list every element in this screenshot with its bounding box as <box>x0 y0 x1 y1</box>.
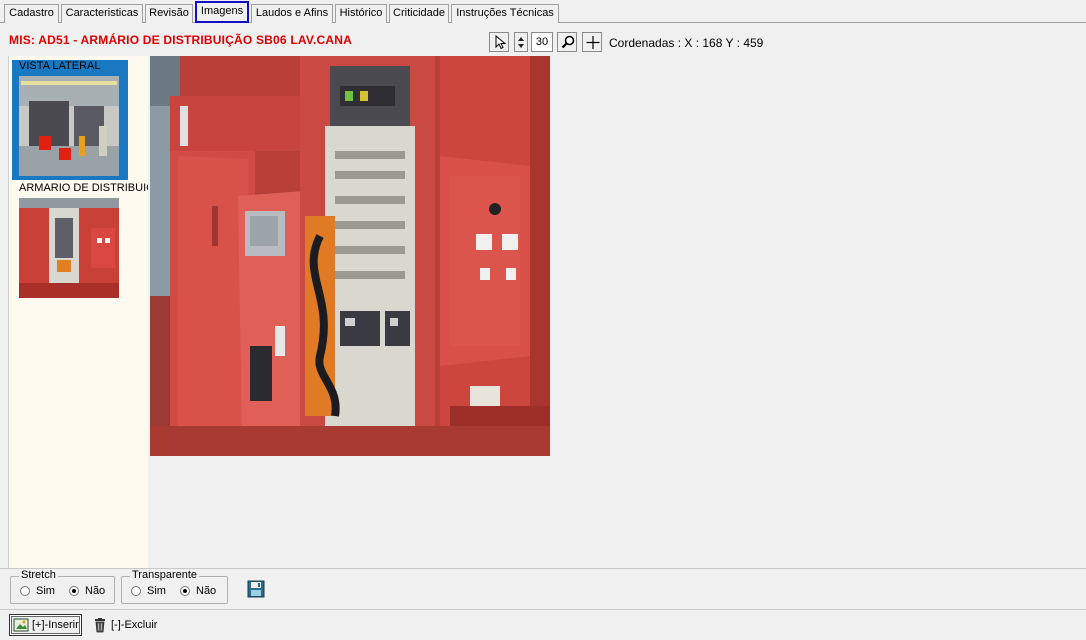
image-toolbar: MIS: AD51 - ARMÁRIO DE DISTRIBUIÇÃO SB06… <box>0 28 1086 56</box>
image-list-item-label: ARMARIO DE DISTRIBUICAO <box>19 182 148 194</box>
pointer-icon <box>495 35 507 50</box>
transparent-nao-radio[interactable] <box>180 586 190 596</box>
transparent-sim-radio[interactable] <box>131 586 141 596</box>
zoom-input[interactable]: 30 <box>531 32 553 52</box>
zoom-spinner[interactable] <box>514 32 528 52</box>
image-list-item[interactable]: ARMARIO DE DISTRIBUICAO <box>12 182 148 302</box>
zoom-tool-button[interactable] <box>557 32 577 52</box>
trash-icon <box>92 617 108 640</box>
equipment-title: MIS: AD51 - ARMÁRIO DE DISTRIBUIÇÃO SB06… <box>9 33 352 47</box>
transparent-sim-label[interactable]: Sim <box>147 585 166 597</box>
stretch-sim-radio[interactable] <box>20 586 30 596</box>
tab-historico[interactable]: Histórico <box>335 4 387 23</box>
delete-image-button[interactable]: [-]-Excluir <box>88 614 162 636</box>
tab-caracteristicas[interactable]: Caracteristicas <box>61 4 143 23</box>
spin-down-icon[interactable] <box>518 44 524 48</box>
insert-image-icon <box>13 617 29 640</box>
crosshair-icon <box>586 36 600 49</box>
coordinates-readout: Cordenadas : X : 168 Y : 459 <box>609 36 764 50</box>
tab-imagens[interactable]: Imagens <box>195 1 249 23</box>
magnifier-icon <box>561 35 575 49</box>
save-button[interactable] <box>247 580 265 598</box>
insert-image-button[interactable]: [+]-Inserir <box>9 614 82 636</box>
insert-image-label: [+]-Inserir <box>32 619 79 631</box>
thumbnail-armario <box>19 198 119 298</box>
stretch-nao-radio[interactable] <box>69 586 79 596</box>
transparent-legend: Transparente <box>130 569 200 581</box>
crosshair-tool-button[interactable] <box>582 32 602 52</box>
image-list[interactable]: VISTA LATERAL ARMARIO DE DISTRIBUICAO <box>8 56 148 568</box>
delete-image-label: [-]-Excluir <box>111 619 158 631</box>
stretch-group: Stretch Sim Não <box>10 569 115 604</box>
thumbnail-vista-lateral <box>19 76 119 176</box>
image-list-item-label: VISTA LATERAL <box>19 60 101 72</box>
tab-cadastro[interactable]: Cadastro <box>4 4 59 23</box>
stretch-sim-label[interactable]: Sim <box>36 585 55 597</box>
stretch-legend: Stretch <box>19 569 58 581</box>
tab-revisao[interactable]: Revisão <box>145 4 193 23</box>
transparent-group: Transparente Sim Não <box>121 569 228 604</box>
tab-laudos-e-afins[interactable]: Laudos e Afins <box>251 4 333 23</box>
spin-up-icon[interactable] <box>518 37 524 41</box>
stretch-nao-label[interactable]: Não <box>85 585 105 597</box>
transparent-nao-label[interactable]: Não <box>196 585 216 597</box>
image-list-item[interactable]: VISTA LATERAL <box>12 60 146 184</box>
tab-bar: Cadastro Caracteristicas Revisão Imagens… <box>0 0 1086 24</box>
image-preview[interactable] <box>150 56 550 456</box>
floppy-disk-icon <box>247 580 265 598</box>
pointer-tool-button[interactable] <box>489 32 509 52</box>
tab-instrucoes-tecnicas[interactable]: Instruções Técnicas <box>451 4 559 23</box>
tab-criticidade[interactable]: Criticidade <box>389 4 449 23</box>
divider <box>0 609 1086 610</box>
